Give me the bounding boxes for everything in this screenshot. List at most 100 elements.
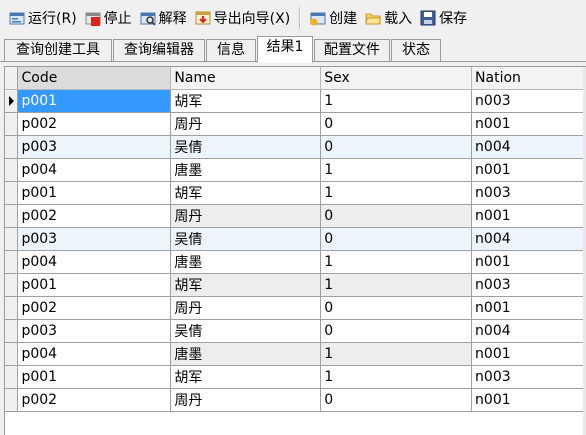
code-cell[interactable]: p001 <box>17 89 172 113</box>
row-indicator[interactable] <box>5 250 19 274</box>
column-header-sex[interactable]: Sex <box>320 67 473 90</box>
name-cell[interactable]: 吴倩 <box>170 135 322 159</box>
nation-cell[interactable]: n004 <box>471 319 586 343</box>
load-button[interactable]: 载入 <box>362 6 415 30</box>
sex-cell[interactable]: 1 <box>320 181 473 205</box>
row-indicator[interactable] <box>5 388 19 412</box>
row-indicator[interactable] <box>5 204 19 228</box>
nation-cell[interactable]: n003 <box>471 181 586 205</box>
table-row[interactable]: p003 吴倩 0 n004 <box>5 319 586 343</box>
sex-cell[interactable]: 1 <box>320 342 473 366</box>
code-cell[interactable]: p001 <box>17 273 172 297</box>
code-cell[interactable]: p004 <box>17 158 172 182</box>
sex-cell[interactable]: 1 <box>320 365 473 389</box>
tab-info[interactable]: 信息 <box>206 39 256 61</box>
name-cell[interactable]: 唐墨 <box>170 342 322 366</box>
code-cell[interactable]: p002 <box>17 388 172 412</box>
name-cell[interactable]: 唐墨 <box>170 158 322 182</box>
stop-button[interactable]: 停止 <box>82 6 135 30</box>
nation-cell[interactable]: n001 <box>471 296 586 320</box>
row-indicator[interactable] <box>5 181 19 205</box>
sex-cell[interactable]: 0 <box>320 296 473 320</box>
table-row[interactable]: p004 唐墨 1 n001 <box>5 158 586 182</box>
row-indicator[interactable] <box>5 227 19 251</box>
save-button[interactable]: 保存 <box>417 6 470 30</box>
name-cell[interactable]: 吴倩 <box>170 227 322 251</box>
table-row[interactable]: p002 周丹 0 n001 <box>5 112 586 136</box>
nation-cell[interactable]: n001 <box>471 204 586 228</box>
nation-cell[interactable]: n004 <box>471 135 586 159</box>
code-cell[interactable]: p004 <box>17 342 172 366</box>
column-header-nation[interactable]: Nation <box>471 67 586 90</box>
code-cell[interactable]: p002 <box>17 296 172 320</box>
code-cell[interactable]: p004 <box>17 250 172 274</box>
nation-cell[interactable]: n003 <box>471 273 586 297</box>
name-cell[interactable]: 吴倩 <box>170 319 322 343</box>
sex-cell[interactable]: 0 <box>320 135 473 159</box>
explain-button[interactable]: 解释 <box>137 6 190 30</box>
name-cell[interactable]: 胡军 <box>170 365 322 389</box>
table-row[interactable]: p001 胡军 1 n003 <box>5 273 586 297</box>
table-row[interactable]: p001 胡军 1 n003 <box>5 365 586 389</box>
row-indicator[interactable] <box>5 112 19 136</box>
table-row[interactable]: p002 周丹 0 n001 <box>5 388 586 412</box>
column-header-code[interactable]: Code <box>17 67 172 90</box>
name-cell[interactable]: 周丹 <box>170 388 322 412</box>
sex-cell[interactable]: 1 <box>320 273 473 297</box>
row-indicator[interactable] <box>5 273 19 297</box>
code-cell[interactable]: p003 <box>17 227 172 251</box>
column-header-name[interactable]: Name <box>170 67 322 90</box>
table-row[interactable]: p002 周丹 0 n001 <box>5 296 586 320</box>
sex-cell[interactable]: 0 <box>320 388 473 412</box>
nation-cell[interactable]: n001 <box>471 342 586 366</box>
code-cell[interactable]: p002 <box>17 112 172 136</box>
tab-profile[interactable]: 配置文件 <box>314 39 390 61</box>
name-cell[interactable]: 周丹 <box>170 112 322 136</box>
row-indicator[interactable] <box>5 342 19 366</box>
name-cell[interactable]: 胡军 <box>170 181 322 205</box>
nation-cell[interactable]: n001 <box>471 250 586 274</box>
code-cell[interactable]: p002 <box>17 204 172 228</box>
row-indicator[interactable] <box>5 135 19 159</box>
table-row[interactable]: p004 唐墨 1 n001 <box>5 342 586 366</box>
row-indicator[interactable] <box>5 158 19 182</box>
table-row[interactable]: p003 吴倩 0 n004 <box>5 135 586 159</box>
code-cell[interactable]: p003 <box>17 319 172 343</box>
row-indicator[interactable] <box>5 319 19 343</box>
code-cell[interactable]: p001 <box>17 365 172 389</box>
name-cell[interactable]: 周丹 <box>170 204 322 228</box>
row-indicator[interactable] <box>5 365 19 389</box>
sex-cell[interactable]: 1 <box>320 158 473 182</box>
nation-cell[interactable]: n001 <box>471 112 586 136</box>
create-button[interactable]: 创建 <box>307 6 360 30</box>
tab-status[interactable]: 状态 <box>391 39 441 61</box>
name-cell[interactable]: 胡军 <box>170 273 322 297</box>
sex-cell[interactable]: 0 <box>320 319 473 343</box>
sex-cell[interactable]: 1 <box>320 89 473 113</box>
code-cell[interactable]: p003 <box>17 135 172 159</box>
sex-cell[interactable]: 0 <box>320 227 473 251</box>
table-row[interactable]: p002 周丹 0 n001 <box>5 204 586 228</box>
nation-cell[interactable]: n001 <box>471 158 586 182</box>
name-cell[interactable]: 唐墨 <box>170 250 322 274</box>
nation-cell[interactable]: n003 <box>471 89 586 113</box>
row-indicator[interactable] <box>5 89 19 113</box>
tab-query-builder[interactable]: 查询创建工具 <box>4 39 112 61</box>
table-row[interactable]: p004 唐墨 1 n001 <box>5 250 586 274</box>
table-row[interactable]: p001 胡军 1 n003 <box>5 181 586 205</box>
run-button[interactable]: 运行(R) <box>6 6 80 30</box>
name-cell[interactable]: 胡军 <box>170 89 322 113</box>
nation-cell[interactable]: n003 <box>471 365 586 389</box>
nation-cell[interactable]: n001 <box>471 388 586 412</box>
code-cell[interactable]: p001 <box>17 181 172 205</box>
nation-cell[interactable]: n004 <box>471 227 586 251</box>
name-cell[interactable]: 周丹 <box>170 296 322 320</box>
tab-query-editor[interactable]: 查询编辑器 <box>113 39 205 61</box>
tab-result-1[interactable]: 结果1 <box>257 36 313 63</box>
sex-cell[interactable]: 1 <box>320 250 473 274</box>
row-indicator[interactable] <box>5 296 19 320</box>
table-row[interactable]: p003 吴倩 0 n004 <box>5 227 586 251</box>
sex-cell[interactable]: 0 <box>320 204 473 228</box>
export-button[interactable]: 导出向导(X) <box>192 6 294 30</box>
sex-cell[interactable]: 0 <box>320 112 473 136</box>
